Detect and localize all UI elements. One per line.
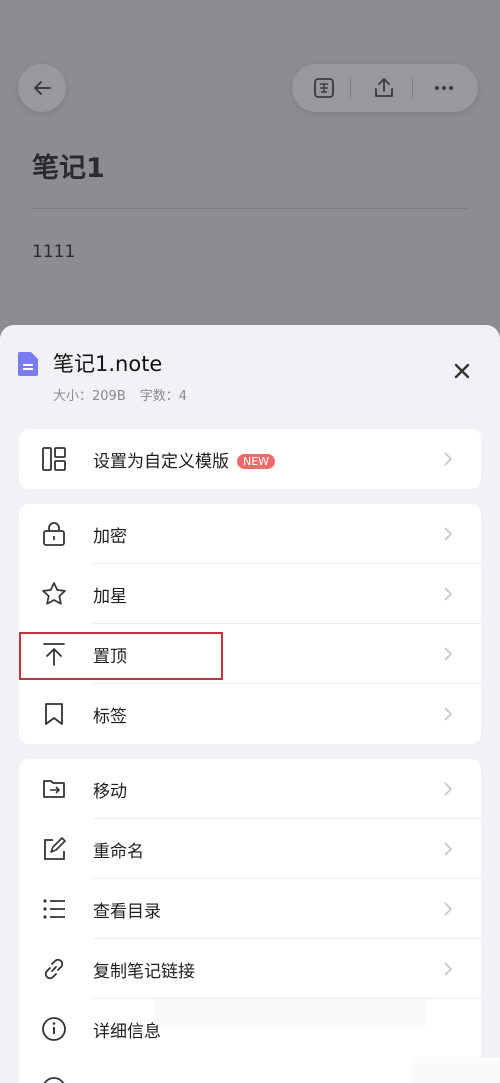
translate-icon[interactable] bbox=[312, 76, 336, 100]
note-toolbar bbox=[292, 64, 478, 112]
toolbar-separator bbox=[412, 78, 413, 98]
bookmark-icon bbox=[45, 703, 63, 725]
back-button[interactable] bbox=[18, 64, 66, 112]
star-icon bbox=[42, 582, 66, 605]
menu-item-copy-link[interactable]: 复制笔记链接 bbox=[19, 939, 481, 999]
toolbar-separator bbox=[350, 78, 351, 98]
details-label: 详细信息 bbox=[93, 1022, 161, 1042]
chevron-right-icon bbox=[444, 707, 453, 721]
overlay-patch bbox=[155, 999, 425, 1025]
move-label: 移动 bbox=[93, 782, 127, 802]
chevron-right-icon bbox=[444, 782, 453, 796]
link-icon bbox=[44, 958, 64, 980]
chevron-right-icon bbox=[444, 902, 453, 916]
pin-top-label: 置顶 bbox=[93, 647, 127, 667]
note-file-icon bbox=[18, 352, 38, 376]
close-icon[interactable] bbox=[450, 359, 474, 383]
new-badge: NEW bbox=[237, 454, 276, 469]
rename-label: 重命名 bbox=[93, 842, 144, 862]
menu-item-view-toc[interactable]: 查看目录 bbox=[19, 879, 481, 939]
title-divider bbox=[32, 208, 467, 209]
note-title[interactable]: 笔记1 bbox=[32, 146, 105, 185]
chevron-right-icon bbox=[444, 842, 453, 856]
move-folder-icon bbox=[43, 780, 65, 798]
menu-item-label: 设置为自定义模版 NEW bbox=[93, 447, 276, 472]
manage-card: 移动 重命名 查看目录 复制笔记链接 详细信息 bbox=[19, 759, 481, 1083]
security-card: 加密 加星 置顶 标签 bbox=[19, 504, 481, 744]
file-meta: 大小：209B 字数：4 bbox=[53, 385, 187, 404]
note-body[interactable]: 1111 bbox=[32, 242, 75, 262]
lock-icon bbox=[43, 522, 65, 546]
tags-label: 标签 bbox=[93, 707, 127, 727]
circle-icon bbox=[43, 1077, 65, 1083]
menu-item-rename[interactable]: 重命名 bbox=[19, 819, 481, 879]
list-icon bbox=[43, 899, 65, 919]
pin-top-icon bbox=[43, 643, 65, 666]
template-card: 设置为自定义模版 NEW bbox=[19, 429, 481, 489]
overlay-patch bbox=[412, 1057, 500, 1083]
menu-item-set-template[interactable]: 设置为自定义模版 NEW bbox=[19, 429, 481, 489]
view-toc-label: 查看目录 bbox=[93, 902, 161, 922]
more-icon[interactable] bbox=[432, 76, 456, 100]
menu-item-tags[interactable]: 标签 bbox=[19, 684, 481, 744]
chevron-right-icon bbox=[444, 527, 453, 541]
word-count: 字数：4 bbox=[139, 389, 188, 404]
menu-item-encrypt[interactable]: 加密 bbox=[19, 504, 481, 564]
menu-item-pin-top[interactable]: 置顶 bbox=[19, 624, 481, 684]
share-icon[interactable] bbox=[372, 76, 396, 100]
set-template-label: 设置为自定义模版 bbox=[93, 452, 229, 472]
file-name: 笔记1.note bbox=[53, 352, 163, 376]
menu-item-move[interactable]: 移动 bbox=[19, 759, 481, 819]
encrypt-label: 加密 bbox=[93, 527, 127, 547]
file-size: 大小：209B bbox=[53, 389, 126, 404]
chevron-right-icon bbox=[444, 962, 453, 976]
menu-item-star[interactable]: 加星 bbox=[19, 564, 481, 624]
star-label: 加星 bbox=[93, 587, 127, 607]
chevron-right-icon bbox=[444, 647, 453, 661]
chevron-right-icon bbox=[444, 452, 453, 466]
rename-icon bbox=[44, 837, 66, 860]
info-icon bbox=[42, 1017, 66, 1041]
back-arrow-icon bbox=[34, 81, 51, 95]
template-layout-icon bbox=[42, 447, 66, 471]
note-actions-sheet: 笔记1.note 大小：209B 字数：4 设置为自定义模版 NEW 加密 加星… bbox=[0, 325, 500, 1083]
copy-link-label: 复制笔记链接 bbox=[93, 962, 195, 982]
chevron-right-icon bbox=[444, 587, 453, 601]
